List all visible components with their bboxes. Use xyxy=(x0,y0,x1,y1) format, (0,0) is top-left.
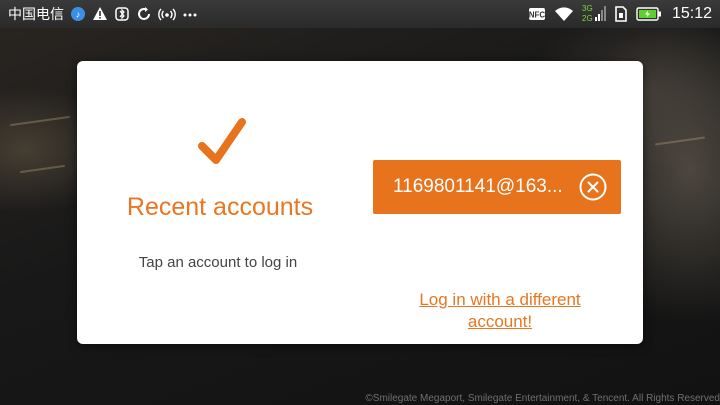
bluetooth-icon xyxy=(114,6,130,22)
battery-icon xyxy=(636,6,662,22)
status-bar: 中国电信 ♪ NFC 3G 2G 15:12 xyxy=(0,0,720,28)
sync-icon xyxy=(136,6,152,22)
more-icon xyxy=(182,6,198,22)
dialog-title: Recent accounts xyxy=(126,193,314,221)
carrier-label: 中国电信 xyxy=(8,7,64,23)
recent-account-button[interactable]: 1169801141@163... xyxy=(373,160,621,214)
light-streak xyxy=(10,115,70,127)
login-different-account-link[interactable]: Log in with a different account! xyxy=(400,289,600,333)
network-badge-2g: 2G xyxy=(582,14,593,23)
sim-icon xyxy=(614,6,628,22)
svg-text:♪: ♪ xyxy=(76,10,81,20)
notification-icon: ♪ xyxy=(70,6,86,22)
checkmark-icon xyxy=(198,116,246,173)
nfc-label: NFC xyxy=(529,11,546,20)
remove-account-icon[interactable] xyxy=(579,173,607,201)
clock: 15:12 xyxy=(671,5,712,22)
signal-icon: 3G 2G xyxy=(582,3,606,25)
copyright-text: ©Smilegate Megaport, Smilegate Entertain… xyxy=(365,393,720,404)
light-streak xyxy=(655,136,705,146)
account-email: 1169801141@163... xyxy=(393,176,563,197)
wifi-hotspot-icon xyxy=(158,6,176,22)
light-streak xyxy=(20,164,65,174)
wifi-icon xyxy=(554,6,574,22)
warning-icon xyxy=(92,6,108,22)
dialog-hint: Tap an account to log in xyxy=(138,254,298,271)
nfc-icon: NFC xyxy=(528,6,546,22)
network-badge-3g: 3G xyxy=(582,4,593,13)
